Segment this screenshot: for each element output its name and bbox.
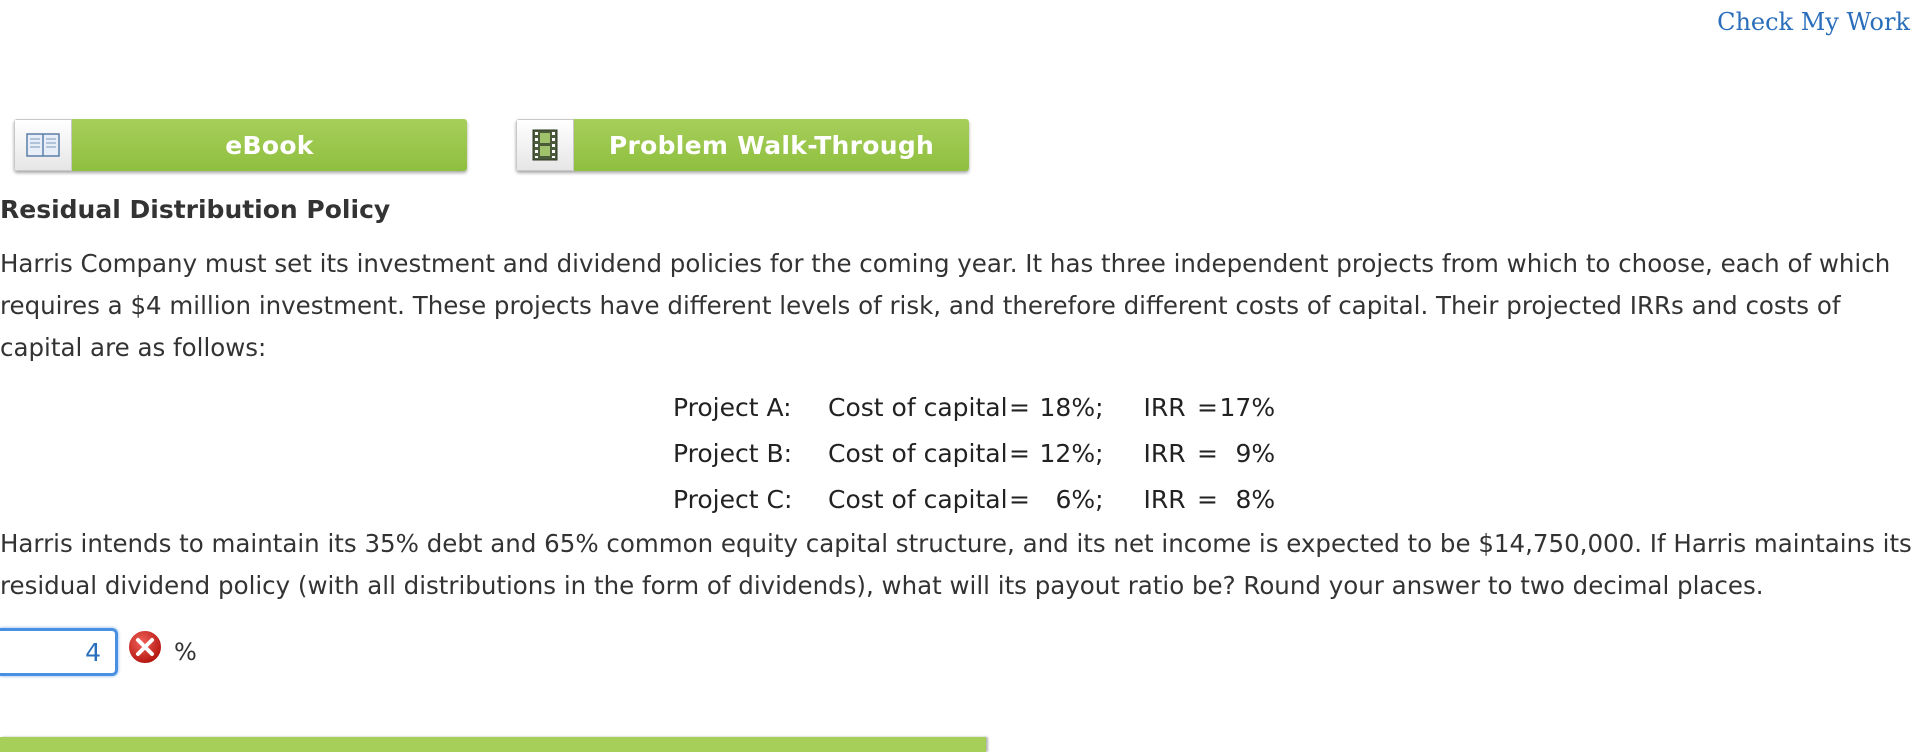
cost-of-capital-label: Cost of capital <box>828 438 1008 468</box>
payout-ratio-input[interactable] <box>0 628 118 676</box>
equals-sign: = <box>1009 484 1030 514</box>
irr-label: IRR <box>1143 392 1186 422</box>
project-row: Project C: Cost of capital = 6%; IRR = 8… <box>673 476 1275 522</box>
project-row: Project B: Cost of capital = 12%; IRR = … <box>673 430 1275 476</box>
cost-of-capital-label: Cost of capital <box>828 484 1008 514</box>
page: Check My Work eBook Problem Walk-Through… <box>0 0 1930 752</box>
cost-of-capital-value: 12%; <box>1039 438 1104 468</box>
percent-unit: % <box>174 638 197 666</box>
irr-value: 8% <box>1235 484 1276 514</box>
equals-sign: = <box>1197 484 1218 514</box>
problem-walkthrough-button-label: Problem Walk-Through <box>574 119 969 171</box>
error-x-icon <box>126 628 164 666</box>
equals-sign: = <box>1197 392 1218 422</box>
project-name: Project A: <box>673 392 792 422</box>
irr-value: 9% <box>1235 438 1276 468</box>
book-icon <box>14 119 72 171</box>
problem-question-text: Harris intends to maintain its 35% debt … <box>0 529 1912 600</box>
cost-of-capital-value: 6%; <box>1055 484 1104 514</box>
problem-walkthrough-button[interactable]: Problem Walk-Through <box>516 119 969 171</box>
ebook-button-label: eBook <box>72 119 467 171</box>
check-my-work-link[interactable]: Check My Work <box>1717 8 1910 36</box>
irr-label: IRR <box>1143 438 1186 468</box>
problem-intro-text: Harris Company must set its investment a… <box>0 249 1891 362</box>
equals-sign: = <box>1009 392 1030 422</box>
ebook-button[interactable]: eBook <box>14 119 467 171</box>
cost-of-capital-value: 18%; <box>1039 392 1104 422</box>
answer-row: % <box>0 626 197 678</box>
problem-title: Residual Distribution Policy <box>0 195 391 224</box>
projects-table: Project A: Cost of capital = 18%; IRR = … <box>673 384 1275 522</box>
irr-label: IRR <box>1143 484 1186 514</box>
project-row: Project A: Cost of capital = 18%; IRR = … <box>673 384 1275 430</box>
irr-value: 17% <box>1219 392 1276 422</box>
equals-sign: = <box>1009 438 1030 468</box>
project-name: Project C: <box>673 484 793 514</box>
equals-sign: = <box>1197 438 1218 468</box>
cost-of-capital-label: Cost of capital <box>828 392 1008 422</box>
film-icon <box>516 119 574 171</box>
project-name: Project B: <box>673 438 793 468</box>
bottom-green-bar <box>0 737 986 752</box>
